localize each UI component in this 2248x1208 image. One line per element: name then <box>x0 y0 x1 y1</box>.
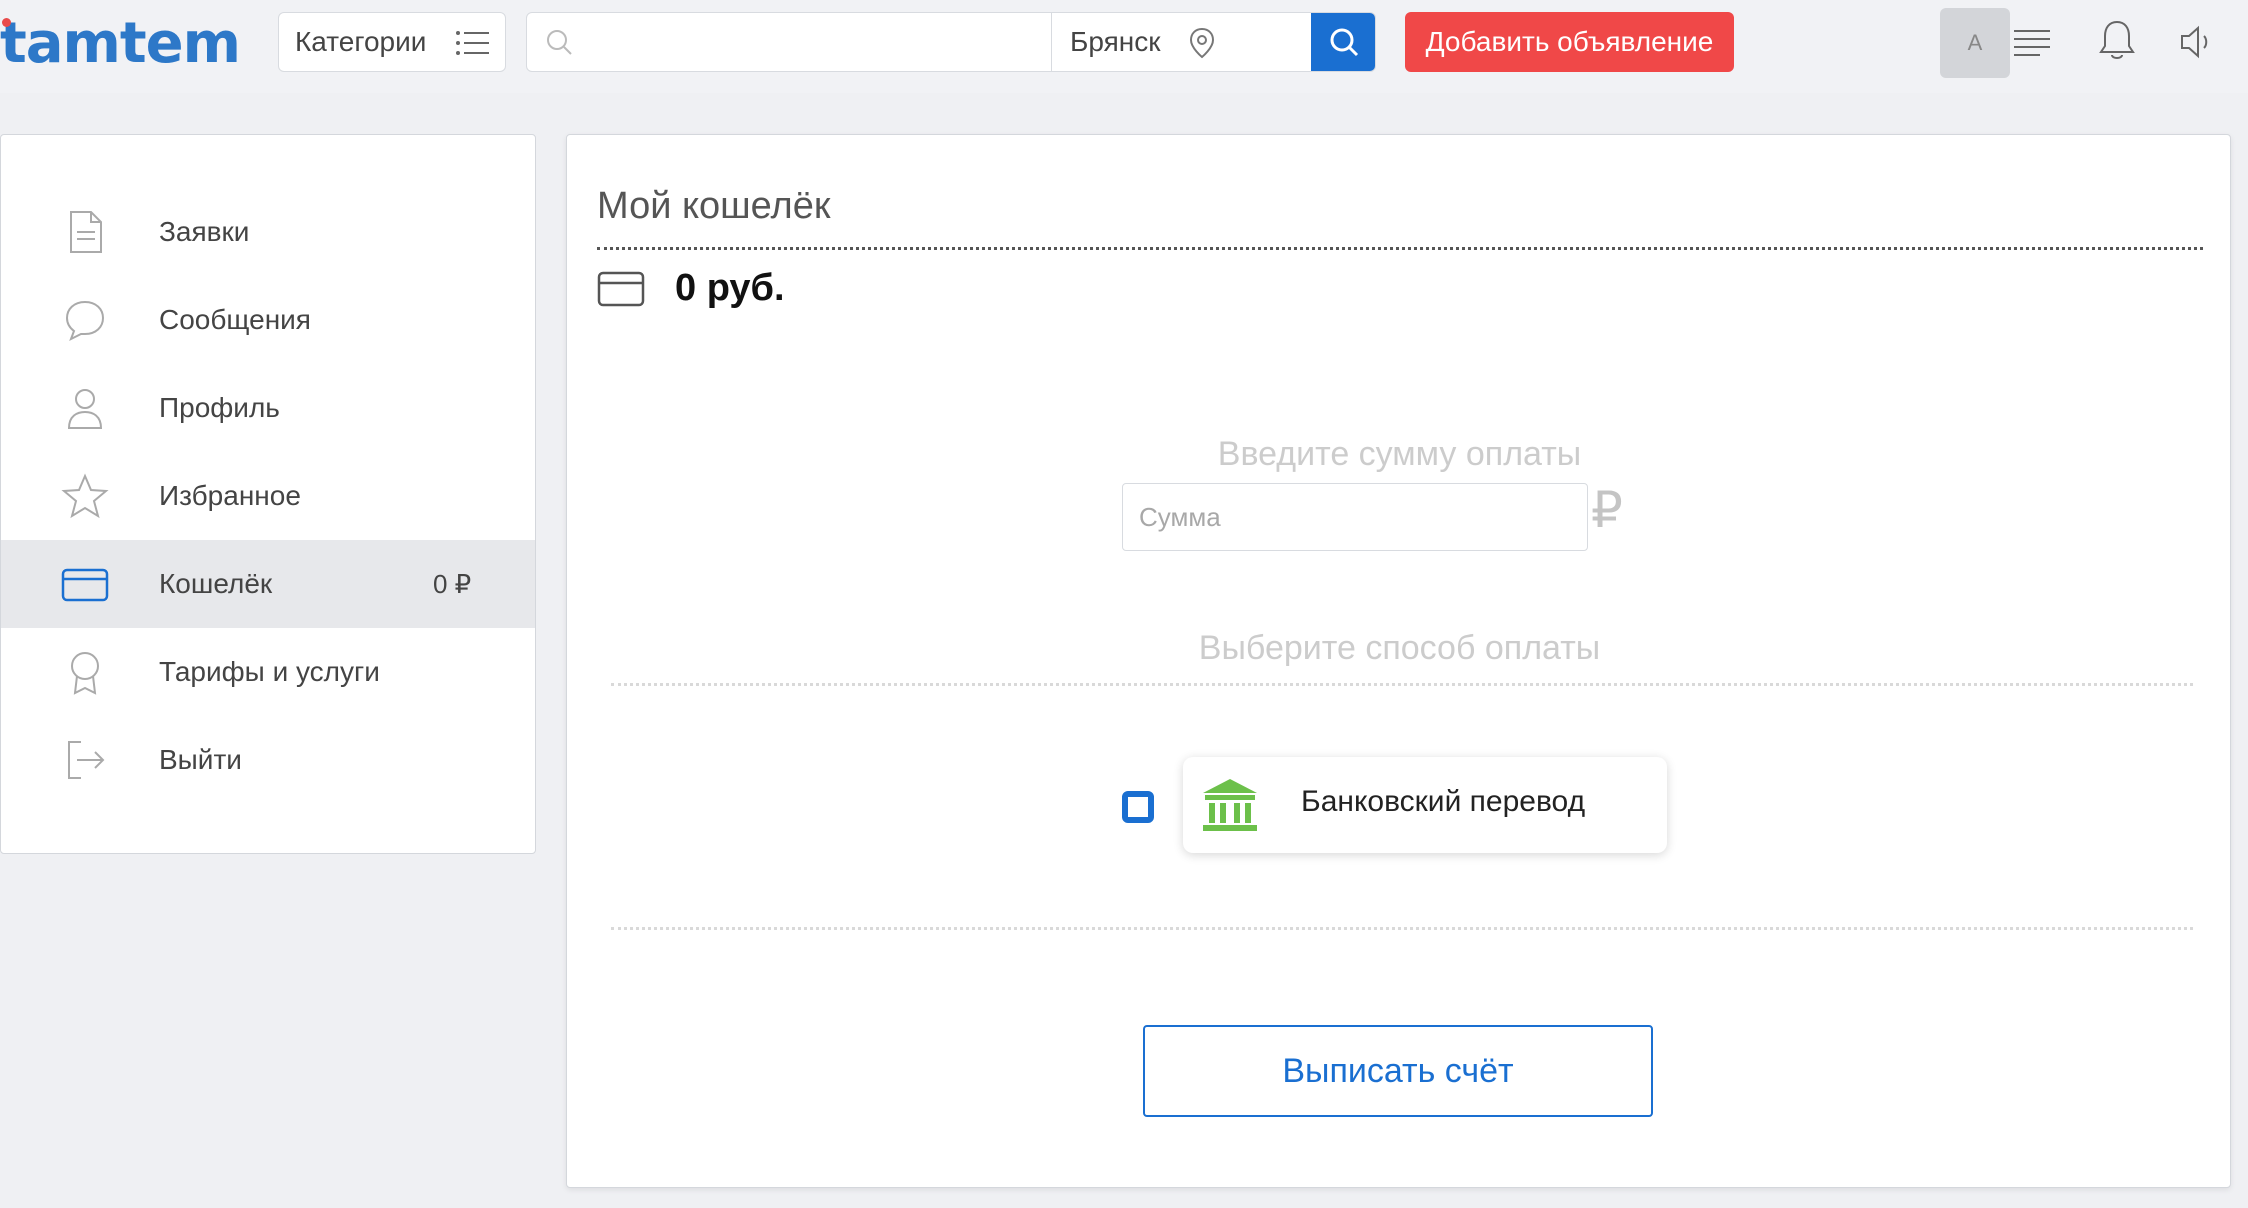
sidebar-item-label: Избранное <box>159 480 301 511</box>
add-ad-button[interactable]: Добавить объявление <box>1405 12 1734 72</box>
payment-method-label: Выберите способ оплаты <box>1198 629 1601 667</box>
amount-input[interactable] <box>1122 483 1588 551</box>
sidebar-item-messages[interactable]: Сообщения <box>1 276 535 364</box>
divider <box>611 683 2193 686</box>
payment-method-name: Банковский перевод <box>1301 785 1586 818</box>
city-label: Брянск <box>1070 26 1161 57</box>
logout-icon <box>68 741 105 779</box>
user-icon <box>67 389 103 429</box>
award-icon <box>71 652 99 695</box>
issue-invoice-button[interactable]: Выписать счёт <box>1143 1025 1653 1117</box>
divider <box>611 927 2193 930</box>
categories-button[interactable]: Категории <box>278 12 506 72</box>
search-submit-icon <box>1330 28 1359 57</box>
categories-label: Категории <box>295 26 427 57</box>
header: tamtem Категории Брянск Добавить объявле… <box>0 0 2248 93</box>
sidebar-item-requests[interactable]: Заявки <box>1 188 535 276</box>
sidebar-item-label: Заявки <box>159 216 250 247</box>
sidebar-item-logout[interactable]: Выйти <box>1 716 535 804</box>
wallet-balance: 0 руб. <box>675 267 785 309</box>
list-icon <box>456 31 489 55</box>
sidebar-item-wallet[interactable]: Кошелёк 0 ₽ <box>1 540 535 628</box>
sidebar-item-profile[interactable]: Профиль <box>1 364 535 452</box>
sidebar-item-label: Профиль <box>159 392 280 423</box>
logo-text: tamtem <box>0 11 241 76</box>
sidebar: Заявки Сообщения Профиль Избранное Кошел… <box>0 134 536 854</box>
sidebar-item-tariffs[interactable]: Тарифы и услуги <box>1 628 535 716</box>
wallet-balance-badge: 0 ₽ <box>433 568 472 599</box>
avatar[interactable]: A <box>1940 8 2010 78</box>
bank-icon <box>1203 779 1257 831</box>
amount-label: Введите сумму оплаты <box>1217 435 1582 473</box>
bell-icon[interactable] <box>2097 18 2137 62</box>
sidebar-item-label: Кошелёк <box>159 568 273 599</box>
sidebar-item-label: Тарифы и услуги <box>159 656 380 687</box>
wallet-card-icon <box>61 568 109 602</box>
sidebar-item-label: Сообщения <box>159 304 311 335</box>
currency-sign: ₽ <box>1591 482 1623 538</box>
title-divider <box>597 247 2203 250</box>
wallet-panel: Мой кошелёк 0 руб. Введите сумму оплаты … <box>566 134 2231 1188</box>
page-title: Мой кошелёк <box>597 185 831 227</box>
search-submit-button[interactable] <box>1311 13 1375 71</box>
search-input[interactable] <box>527 13 1051 71</box>
wallet-card-icon <box>597 271 645 307</box>
city-selector[interactable]: Брянск <box>1051 13 1311 71</box>
star-icon <box>61 473 109 519</box>
sidebar-item-favorites[interactable]: Избранное <box>1 452 535 540</box>
sidebar-item-label: Выйти <box>159 744 242 775</box>
document-icon <box>70 211 102 253</box>
chat-bubble-icon <box>65 300 105 342</box>
site-logo[interactable]: tamtem <box>0 11 241 76</box>
location-pin-icon <box>1189 27 1215 59</box>
speaker-icon[interactable] <box>2176 22 2216 62</box>
payment-method-checkbox[interactable] <box>1122 791 1154 823</box>
menu-icon[interactable] <box>2012 26 2052 58</box>
payment-method-bank-transfer[interactable]: Банковский перевод <box>1183 757 1667 853</box>
logo-dot <box>2 18 11 27</box>
search-bar: Брянск <box>526 12 1376 72</box>
